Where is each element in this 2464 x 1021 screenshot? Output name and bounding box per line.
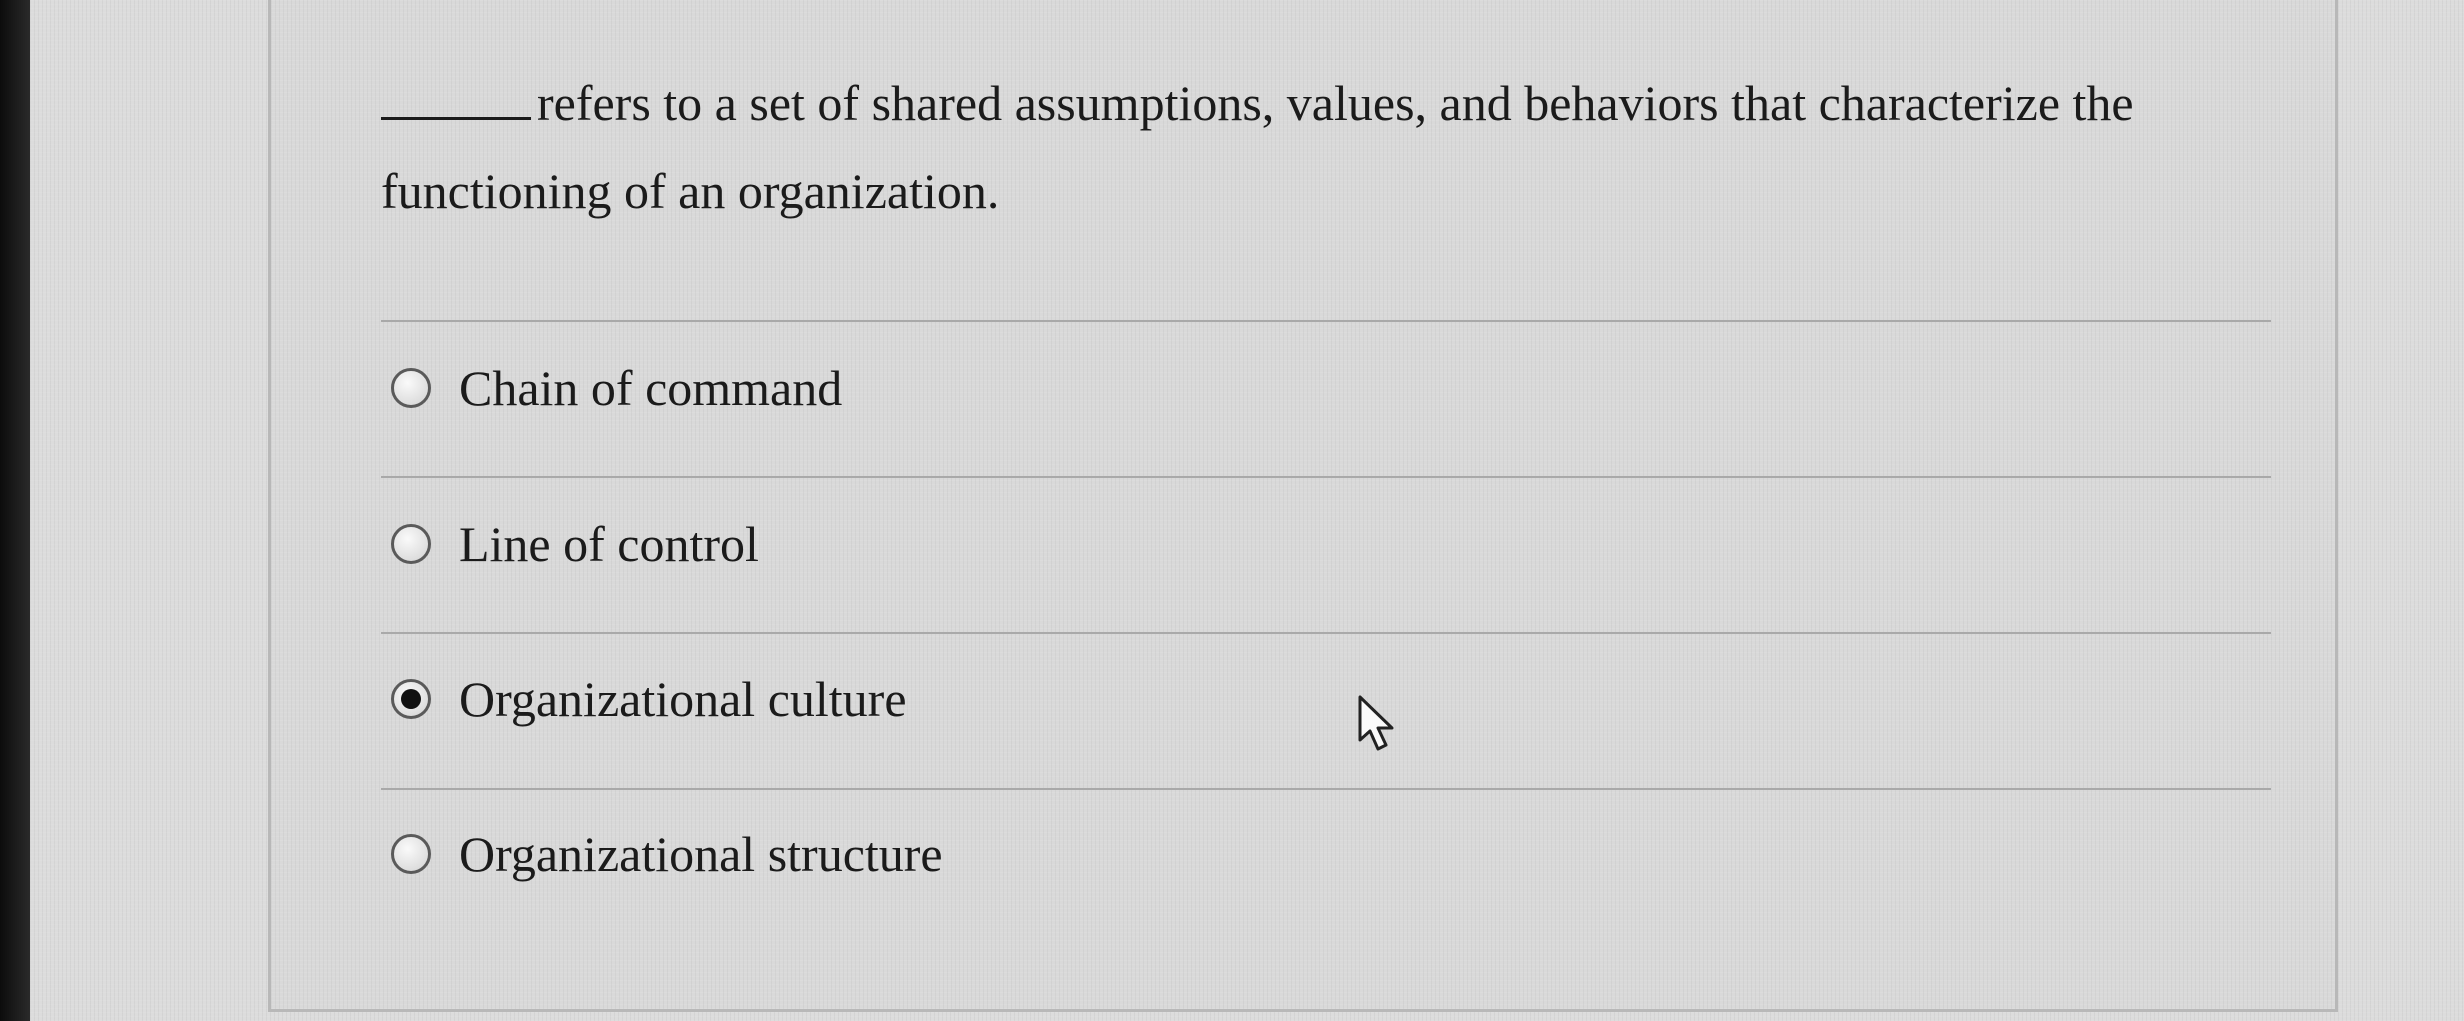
option-label: Organizational structure <box>459 826 943 882</box>
question-prompt: refers to a set of shared assumptions, v… <box>381 59 2281 235</box>
radio-empty-icon[interactable] <box>391 524 431 564</box>
option-chain-of-command[interactable]: Chain of command <box>391 343 842 433</box>
option-label: Organizational culture <box>459 671 907 727</box>
option-line-of-control[interactable]: Line of control <box>391 499 759 589</box>
option-label: Chain of command <box>459 360 843 416</box>
answer-blank <box>381 73 531 120</box>
option-divider <box>381 320 2271 322</box>
radio-empty-icon[interactable] <box>391 368 431 408</box>
option-divider <box>381 632 2271 634</box>
option-organizational-culture[interactable]: Organizational culture <box>391 654 907 744</box>
screen-bezel <box>0 0 30 1021</box>
mouse-pointer-icon <box>1358 695 1394 751</box>
option-organizational-structure[interactable]: Organizational structure <box>391 809 943 899</box>
screen: refers to a set of shared assumptions, v… <box>30 0 2464 1021</box>
question-card: refers to a set of shared assumptions, v… <box>268 0 2338 1012</box>
question-text: refers to a set of shared assumptions, v… <box>381 75 2134 219</box>
option-divider <box>381 788 2271 790</box>
radio-empty-icon[interactable] <box>391 834 431 874</box>
option-label: Line of control <box>459 516 759 572</box>
radio-filled-icon[interactable] <box>391 679 431 719</box>
option-divider <box>381 476 2271 478</box>
